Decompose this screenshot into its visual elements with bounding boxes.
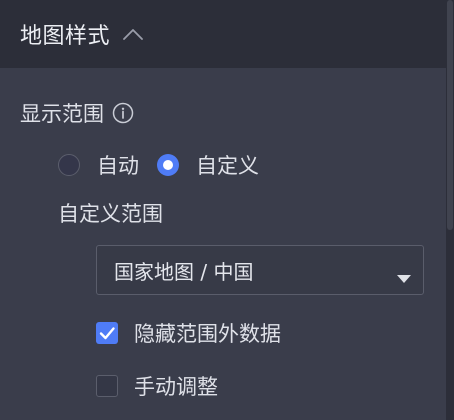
info-circle-icon[interactable] (112, 102, 134, 124)
manual-adjust-option[interactable]: 手动调整 (96, 371, 218, 401)
display-range-radio-group: 自动 自定义 (58, 150, 259, 180)
custom-range-select-value: 国家地图 / 中国 (114, 259, 254, 284)
section-title: 地图样式 (20, 24, 111, 49)
display-range-row: 显示范围 (20, 98, 134, 128)
radio-auto[interactable] (58, 154, 80, 176)
scrollbar-thumb[interactable] (447, 0, 453, 230)
hide-out-of-range-option[interactable]: 隐藏范围外数据 (96, 318, 281, 348)
manual-adjust-checkbox[interactable] (96, 375, 118, 397)
radio-auto-label[interactable]: 自动 (97, 150, 139, 180)
radio-custom[interactable] (157, 154, 179, 176)
chevron-up-icon[interactable] (122, 26, 144, 42)
radio-custom-label[interactable]: 自定义 (196, 150, 259, 180)
display-range-label: 显示范围 (20, 102, 104, 126)
hide-out-of-range-label[interactable]: 隐藏范围外数据 (134, 318, 281, 348)
map-style-panel: 地图样式 显示范围 自动 自定义 自定义范围 国家地图 / 中国 隐藏范围外数据… (0, 0, 454, 420)
section-header-map-style[interactable]: 地图样式 (0, 0, 446, 68)
caret-down-icon (397, 265, 411, 283)
custom-range-label: 自定义范围 (58, 202, 163, 226)
manual-adjust-label[interactable]: 手动调整 (134, 371, 218, 401)
hide-out-of-range-checkbox[interactable] (96, 322, 118, 344)
custom-range-select[interactable]: 国家地图 / 中国 (96, 245, 424, 295)
scrollbar-track[interactable] (446, 0, 454, 420)
